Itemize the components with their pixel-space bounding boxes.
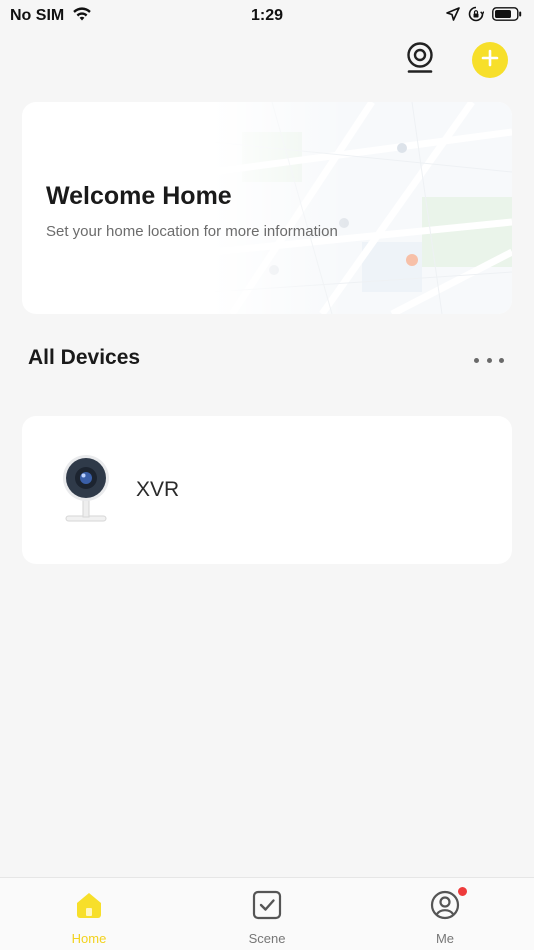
welcome-subtitle: Set your home location for more informat… bbox=[46, 223, 338, 240]
device-card[interactable]: XVR bbox=[22, 416, 512, 564]
camera-button[interactable] bbox=[402, 41, 438, 79]
status-bar: No SIM 1:29 bbox=[0, 0, 534, 32]
more-dot-icon bbox=[486, 357, 492, 363]
security-camera-icon bbox=[58, 452, 114, 528]
section-title: All Devices bbox=[28, 346, 141, 369]
checkbox-icon bbox=[252, 890, 282, 925]
more-dot-icon bbox=[499, 357, 504, 363]
orientation-lock-icon bbox=[468, 6, 485, 27]
notification-badge bbox=[457, 886, 468, 897]
welcome-title: Welcome Home bbox=[46, 182, 232, 210]
header-actions bbox=[402, 41, 508, 79]
tab-label: Me bbox=[435, 931, 455, 946]
add-button[interactable] bbox=[472, 42, 508, 78]
more-options-button[interactable] bbox=[474, 348, 504, 372]
camera-icon bbox=[405, 41, 435, 79]
tab-me[interactable]: Me bbox=[385, 878, 505, 946]
tab-home[interactable]: Home bbox=[29, 878, 149, 946]
device-name: XVR bbox=[136, 478, 180, 501]
map-background bbox=[212, 102, 512, 314]
status-left: No SIM bbox=[10, 6, 92, 27]
tab-bar: Home Scene Me bbox=[0, 877, 534, 950]
profile-icon bbox=[430, 890, 460, 925]
battery-icon bbox=[492, 6, 522, 26]
tab-label: Scene bbox=[248, 931, 286, 946]
add-icon bbox=[481, 49, 499, 72]
wifi-icon bbox=[72, 6, 92, 27]
carrier-label: No SIM bbox=[10, 7, 65, 24]
more-dot-icon bbox=[474, 357, 479, 363]
welcome-card[interactable]: Welcome Home Set your home location for … bbox=[22, 102, 512, 314]
tab-label: Home bbox=[71, 931, 107, 946]
tab-scene[interactable]: Scene bbox=[207, 878, 327, 946]
status-right bbox=[446, 6, 522, 27]
location-arrow-icon bbox=[446, 6, 460, 26]
home-icon bbox=[74, 890, 104, 925]
